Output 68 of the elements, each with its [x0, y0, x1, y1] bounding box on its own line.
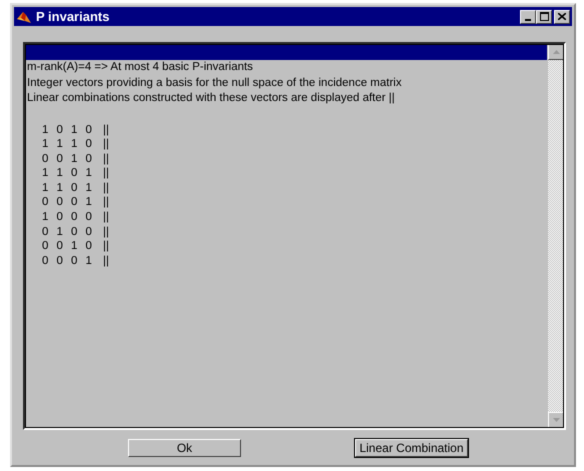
- matrix-value: 1: [86, 254, 93, 268]
- matrix-value: 1: [42, 122, 50, 138]
- matrix-value: 0: [56, 254, 64, 268]
- matrix-value: 1: [56, 180, 64, 196]
- matrix-value: 1: [86, 195, 93, 210]
- separator-mark: ||: [103, 224, 109, 240]
- separator-mark: ||: [103, 180, 109, 196]
- maximize-button[interactable]: [536, 10, 552, 24]
- matrix-value: 1: [86, 180, 93, 196]
- maximize-icon: [540, 12, 548, 20]
- matrix-value: 0: [42, 239, 50, 254]
- matrix-value: 0: [86, 239, 93, 254]
- matrix-value: 0: [86, 210, 93, 225]
- matrix-value: 0: [71, 180, 78, 196]
- matrix-value: 0: [56, 122, 64, 138]
- matrix-value: 1: [42, 180, 50, 196]
- matrix-value: 0: [71, 210, 78, 225]
- matrix-value: 0: [86, 152, 93, 166]
- close-button[interactable]: [554, 10, 570, 24]
- minimize-button[interactable]: [520, 10, 536, 24]
- separator-mark: ||: [103, 195, 109, 210]
- matrix-value: 0: [71, 224, 78, 240]
- minimize-icon: [525, 18, 531, 20]
- matrix-value: 1: [42, 210, 50, 225]
- matrix-value: 1: [71, 137, 78, 152]
- matrix-value: 0: [86, 137, 93, 152]
- matrix-value: 1: [71, 239, 78, 254]
- matrix-value: 0: [56, 239, 64, 254]
- separator-mark: ||: [103, 122, 109, 138]
- up-arrow-icon: [552, 50, 560, 54]
- matrix-value: 1: [86, 166, 93, 181]
- output-line: m-rank(A)=4 => At most 4 basic P-invariants: [26, 60, 254, 75]
- matrix-value: 1: [42, 137, 50, 152]
- ok-button[interactable]: Ok: [128, 439, 241, 457]
- separator-mark: ||: [103, 152, 109, 166]
- scroll-up-button[interactable]: [548, 44, 564, 60]
- output-list[interactable]: [23, 42, 566, 430]
- matrix-value: 0: [86, 122, 93, 138]
- close-icon: [558, 13, 566, 20]
- separator-mark: ||: [103, 239, 109, 254]
- output-line: Linear combinations constructed with these vectors are displayed after ||: [26, 91, 396, 106]
- matrix-value: 1: [71, 122, 78, 138]
- matrix-value: 0: [56, 210, 64, 225]
- matrix-value: 0: [56, 152, 64, 166]
- matrix-value: 0: [42, 195, 50, 210]
- matrix-value: 0: [42, 224, 50, 240]
- matrix-value: 0: [56, 195, 64, 210]
- separator-mark: ||: [103, 166, 109, 181]
- output-line: Integer vectors providing a basis for the null space of the incidence matrix: [26, 76, 403, 90]
- matrix-value: 1: [42, 166, 50, 181]
- matrix-value: 1: [56, 137, 64, 152]
- matrix-value: 1: [56, 224, 64, 240]
- separator-mark: ||: [103, 137, 109, 152]
- matrix-value: 0: [42, 152, 50, 166]
- down-arrow-icon: [552, 418, 560, 422]
- matrix-value: 1: [71, 152, 78, 166]
- matrix-value: 1: [56, 166, 64, 181]
- separator-mark: ||: [103, 210, 109, 225]
- matrix-value: 0: [71, 195, 78, 210]
- window-title: P invariants: [36, 9, 110, 24]
- separator-mark: ||: [103, 254, 109, 268]
- matrix-value: 0: [71, 254, 78, 268]
- matrix-value: 0: [71, 166, 78, 181]
- scroll-down-button[interactable]: [548, 412, 564, 428]
- matrix-value: 0: [86, 224, 93, 240]
- linear-combination-button[interactable]: Linear Combination: [355, 439, 468, 457]
- vertical-scrollbar[interactable]: [548, 44, 564, 428]
- matrix-value: 0: [42, 254, 50, 268]
